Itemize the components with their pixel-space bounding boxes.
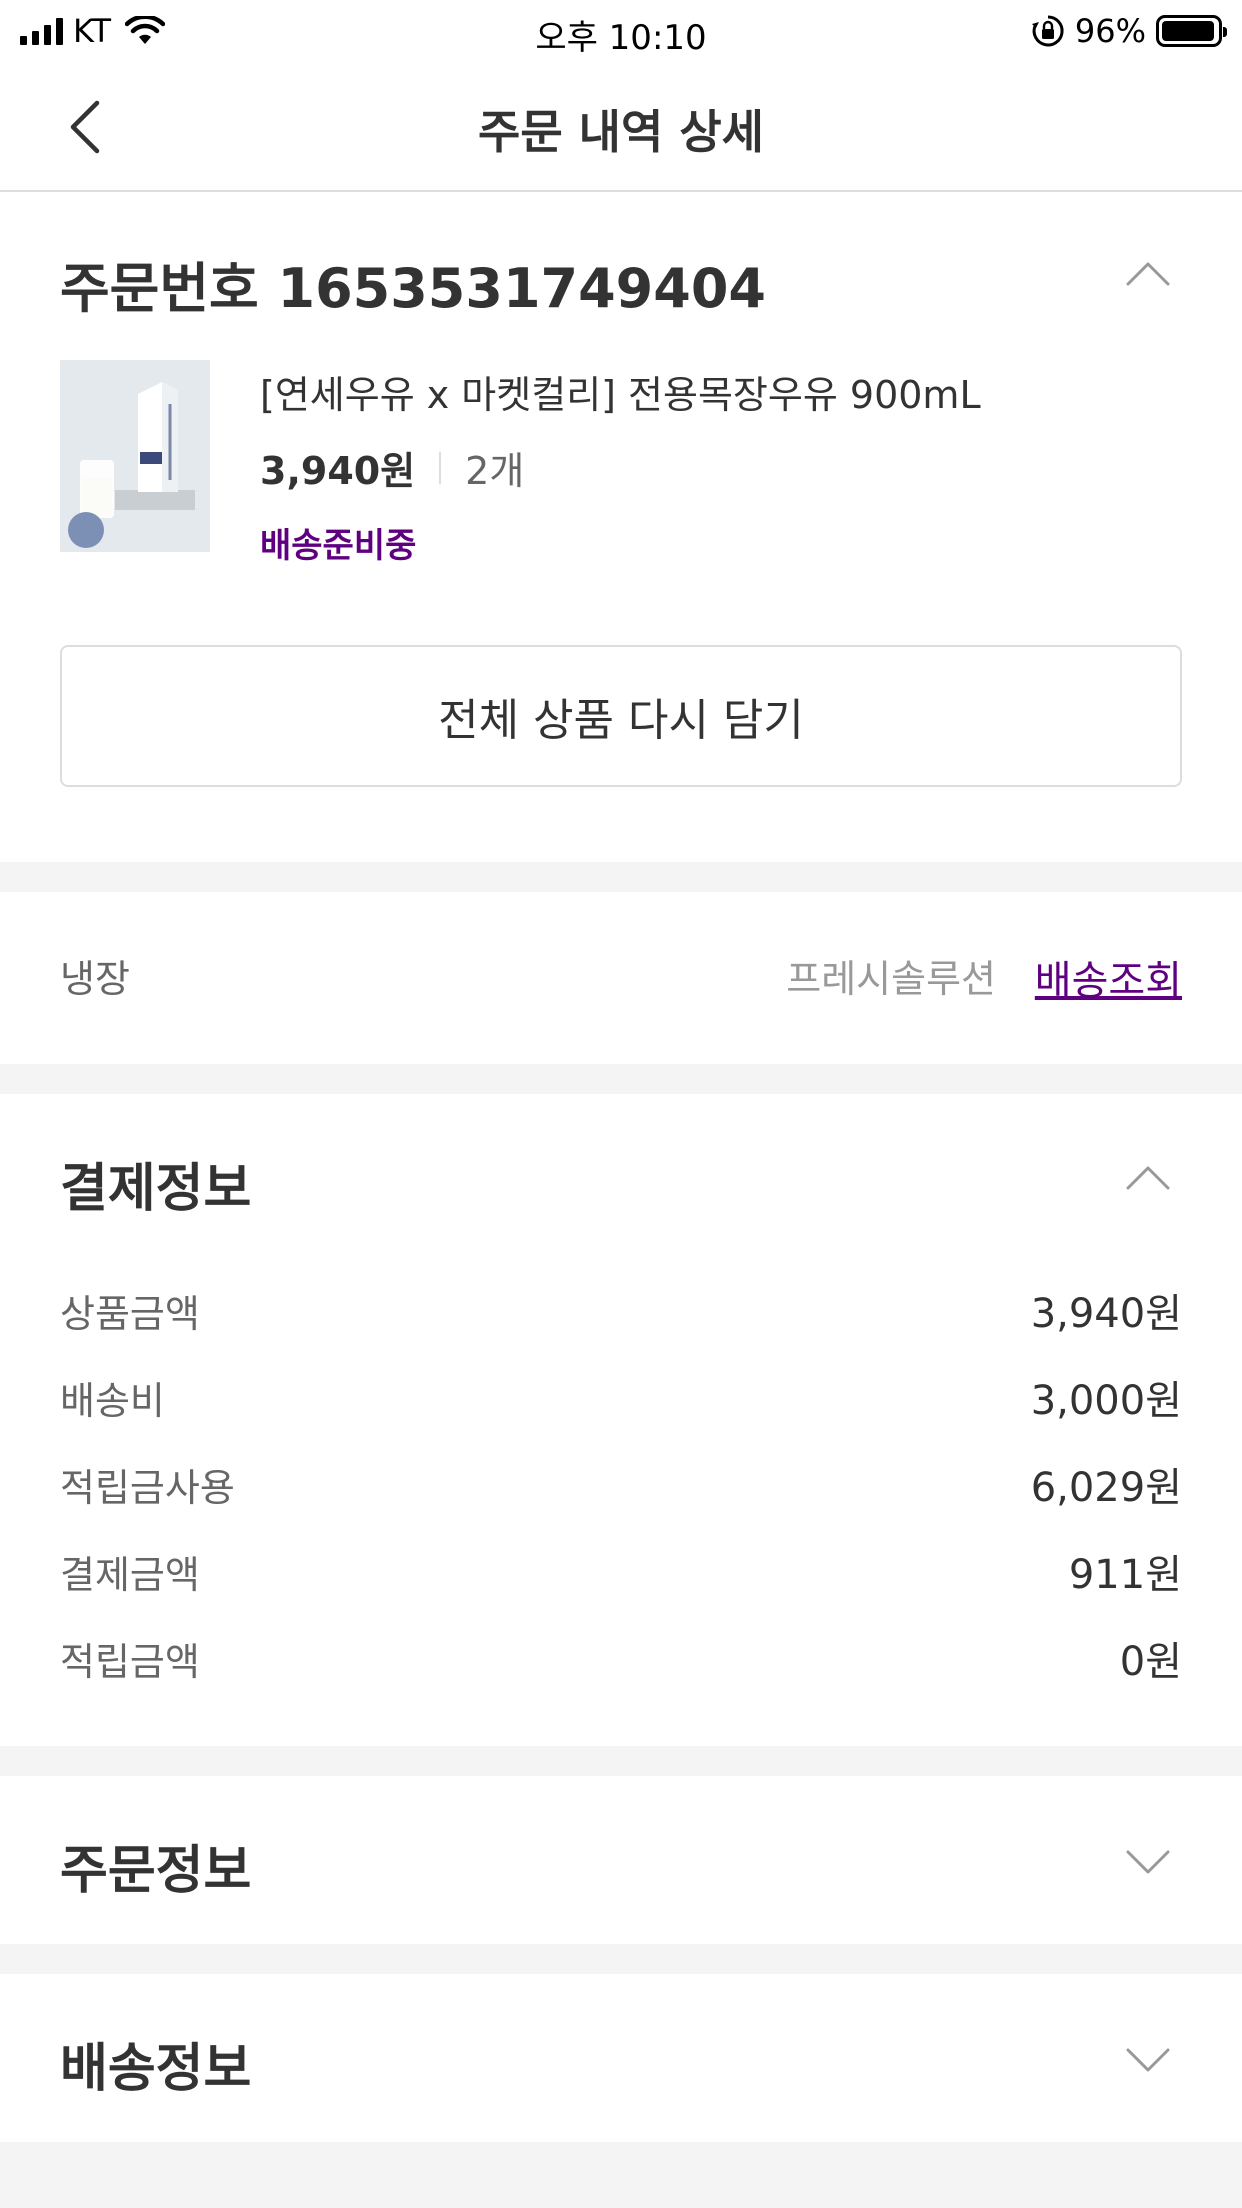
- section-divider: [0, 1944, 1242, 1974]
- battery-icon: [1156, 15, 1227, 47]
- order-section: 주문번호 1653531749404 [연세우유 x 마켓컬리] 전용목장우유 …: [0, 192, 1242, 862]
- chevron-up-icon[interactable]: [1124, 1164, 1172, 1192]
- payment-value: 6,029원: [1030, 1465, 1182, 1511]
- payment-section: 결제정보 상품금액 3,940원 배송비 3,000원 적립금사용 6,029원…: [0, 1094, 1242, 1746]
- battery-fill: [1162, 21, 1214, 41]
- payment-label: 적립금사용: [60, 1465, 235, 1510]
- delivery-status: 배송준비중: [260, 526, 417, 566]
- chevron-down-icon[interactable]: [1124, 1848, 1172, 1876]
- chevron-up-icon[interactable]: [1124, 260, 1172, 288]
- payment-value: 3,940원: [1030, 1291, 1182, 1337]
- milk-carton-image: [60, 360, 210, 552]
- price-divider: [439, 451, 442, 484]
- payment-row: 적립금액 0원: [60, 1630, 1182, 1686]
- section-divider: [0, 1746, 1242, 1776]
- shipping-info-section[interactable]: 배송정보: [0, 1974, 1242, 2142]
- payment-label: 결제금액: [60, 1552, 200, 1597]
- reorder-all-button[interactable]: 전체 상품 다시 담기: [60, 645, 1182, 787]
- payment-label: 배송비: [60, 1378, 165, 1423]
- payment-row: 배송비 3,000원: [60, 1369, 1182, 1425]
- order-info-section[interactable]: 주문정보: [0, 1776, 1242, 1944]
- payment-title: 결제정보: [60, 1159, 252, 1219]
- payment-row: 상품금액 3,940원: [60, 1282, 1182, 1338]
- product-price: 3,940원: [260, 449, 416, 493]
- shipping-info-title: 배송정보: [60, 2039, 252, 2099]
- payment-row: 결제금액 911원: [60, 1543, 1182, 1599]
- battery-percent: 96%: [1074, 12, 1146, 50]
- section-divider: [0, 1064, 1242, 1094]
- status-bar: KT 오후 10:10 96%: [0, 0, 1242, 62]
- product-image[interactable]: [60, 360, 210, 552]
- product-quantity: 2개: [465, 449, 525, 493]
- price-row: 3,940원 2개: [260, 440, 524, 495]
- delivery-row: 냉장 프레시솔루션 배송조회: [0, 892, 1242, 1064]
- product-name[interactable]: [연세우유 x 마켓컬리] 전용목장우유 900mL: [260, 364, 981, 419]
- courier-name: 프레시솔루션: [786, 957, 996, 1001]
- payment-value: 0원: [1119, 1639, 1182, 1685]
- top-nav: 주문 내역 상세: [0, 62, 1242, 192]
- orientation-lock-icon: [1031, 15, 1064, 47]
- section-divider: [0, 2142, 1242, 2208]
- payment-value: 3,000원: [1030, 1378, 1182, 1424]
- order-info-title: 주문정보: [60, 1841, 252, 1901]
- storage-type: 냉장: [60, 957, 130, 1001]
- payment-value: 911원: [1068, 1552, 1182, 1598]
- order-number: 주문번호 1653531749404: [60, 257, 766, 320]
- chevron-down-icon[interactable]: [1124, 2046, 1172, 2074]
- page-title: 주문 내역 상세: [478, 105, 764, 159]
- status-right: 96%: [1031, 10, 1227, 52]
- payment-row: 적립금사용 6,029원: [60, 1456, 1182, 1512]
- payment-label: 적립금액: [60, 1639, 200, 1684]
- track-delivery-link[interactable]: 배송조회: [1035, 948, 1182, 1006]
- payment-label: 상품금액: [60, 1291, 200, 1336]
- section-divider: [0, 862, 1242, 892]
